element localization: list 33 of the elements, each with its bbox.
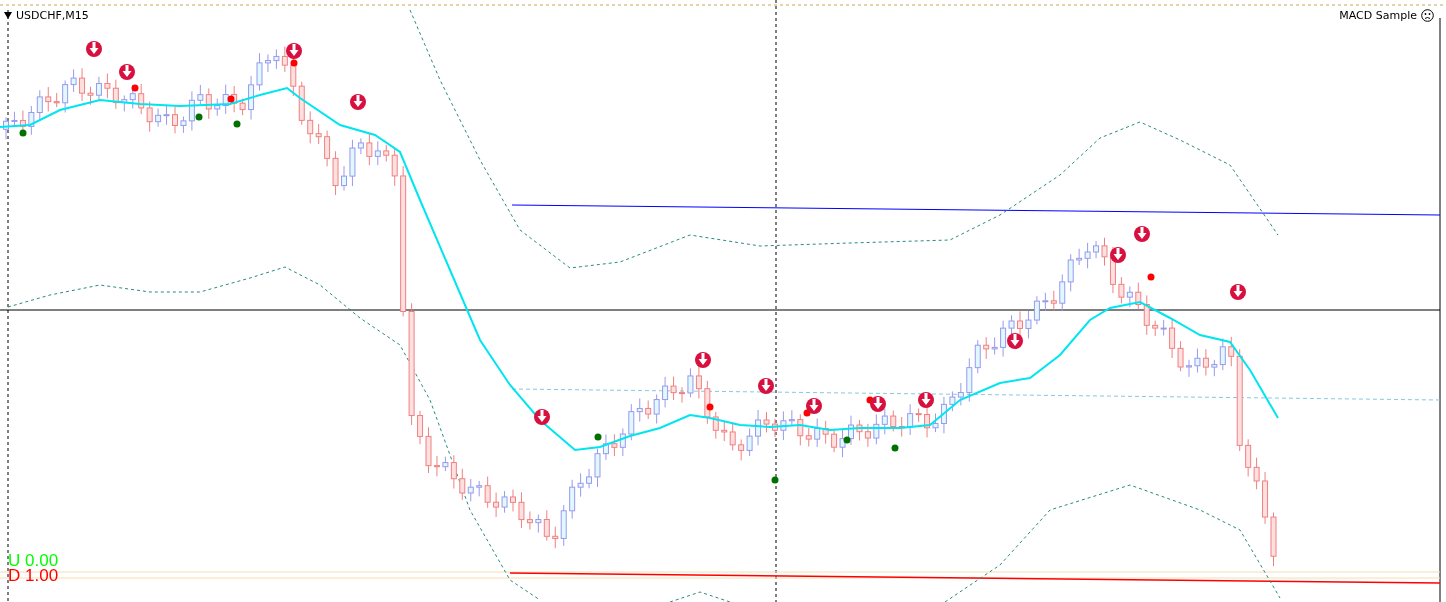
dropdown-triangle-icon[interactable] [4,12,12,19]
down-arrow-icon [86,41,102,57]
down-arrow-icon [119,64,135,80]
signal-dot [227,95,235,103]
signal-dot [195,113,203,121]
signal-dot [233,120,241,128]
down-arrow-icon [286,43,302,59]
indicator-label: U 0.00 [8,553,59,568]
symbol-label: USDCHF,M15 [16,9,89,22]
down-arrow-icon [918,392,934,408]
down-arrow-icon [1230,284,1246,300]
signal-dot [706,403,714,411]
signal-dot [1147,273,1155,281]
sad-face-icon [1421,9,1434,22]
expert-name: MACD Sample [1339,9,1417,22]
down-arrow-icon [758,378,774,394]
down-arrow-icon [870,396,886,412]
signal-dot [19,129,27,137]
down-arrow-icon [534,409,550,425]
signal-dot [290,59,298,67]
signal-dot [843,436,851,444]
down-arrow-icon [1134,226,1150,242]
down-arrow-icon [806,398,822,414]
signal-dot [594,433,602,441]
band-line [669,591,731,602]
signal-dot [131,84,139,92]
down-arrow-icon [1007,333,1023,349]
signal-dot [771,476,779,484]
down-arrow-icon [1110,247,1126,263]
down-arrow-icon [350,94,366,110]
signal-dot [891,444,899,452]
down-arrow-icon [695,352,711,368]
indicator-label: D 1.00 [8,568,59,583]
